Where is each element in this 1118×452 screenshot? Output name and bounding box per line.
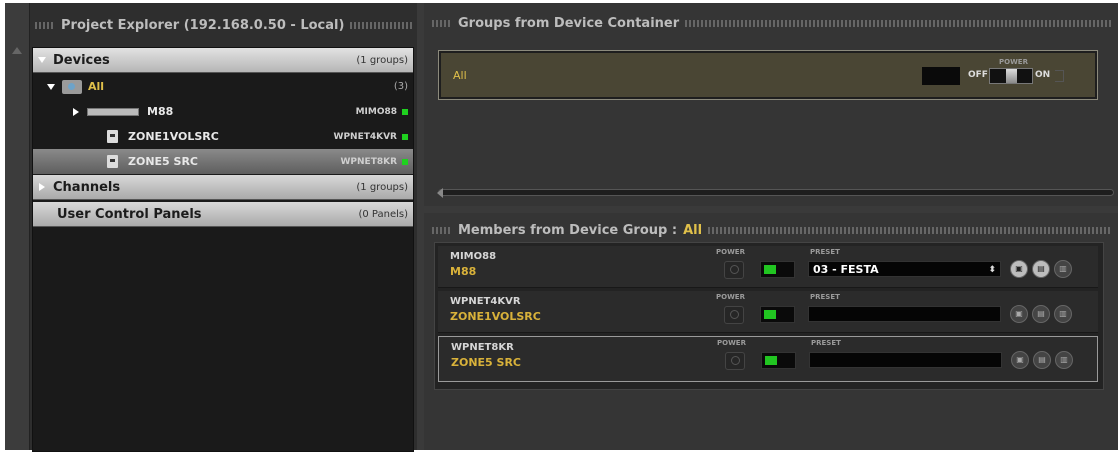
copy-preset-icon[interactable]: ▤	[1032, 260, 1050, 278]
status-led-icon	[402, 133, 408, 140]
groups-title: Groups from Device Container	[458, 15, 680, 31]
member-name: M88	[450, 265, 477, 278]
member-row[interactable]: MIMO88 M88 POWER PRESET 03 - FESTA ⬍ ▣ ▤ …	[438, 246, 1098, 288]
scroll-up-icon[interactable]	[12, 47, 22, 54]
wallpanel-device-icon	[107, 130, 118, 143]
device-item[interactable]: M88 MIMO88	[33, 99, 413, 124]
member-name: ZONE5 SRC	[451, 356, 521, 369]
user-control-panels-section[interactable]: User Control Panels (0 Panels)	[33, 202, 413, 227]
devices-section[interactable]: Devices (1 groups)	[33, 48, 413, 73]
members-group-name: All	[683, 222, 703, 238]
scroll-left-icon[interactable]	[437, 188, 443, 198]
project-explorer-header: Project Explorer (192.168.0.50 - Local)	[35, 11, 413, 39]
status-led-icon	[402, 108, 408, 115]
groups-panel: Groups from Device Container All POWER O…	[424, 3, 1118, 206]
save-preset-icon[interactable]: ▣	[1011, 351, 1029, 369]
members-panel: Members from Device Group : All MIMO88 M…	[424, 213, 1118, 450]
collapse-icon[interactable]	[39, 183, 45, 191]
power-label: POWER	[999, 58, 1028, 66]
device-name: M88	[147, 105, 174, 118]
device-item[interactable]: ZONE1VOLSRC WPNET4KVR	[33, 124, 413, 149]
channels-section[interactable]: Channels (1 groups)	[33, 175, 413, 200]
preset-label: PRESET	[810, 293, 840, 301]
save-preset-icon[interactable]: ▣	[1010, 260, 1028, 278]
save-preset-icon[interactable]: ▣	[1010, 305, 1028, 323]
power-button[interactable]	[725, 352, 745, 370]
devices-count: (1 groups)	[356, 54, 408, 66]
expand-icon[interactable]	[47, 83, 55, 90]
member-model: MIMO88	[450, 251, 497, 262]
power-toggle[interactable]	[989, 68, 1033, 84]
collapse-icon[interactable]	[73, 107, 79, 116]
group-name: All	[453, 69, 467, 82]
preset-label: PRESET	[810, 248, 840, 256]
group-all-count: (3)	[393, 81, 408, 92]
power-label: POWER	[716, 248, 745, 256]
toggle-knob[interactable]	[1006, 69, 1017, 83]
power-led	[760, 261, 795, 278]
device-model: WPNET4KVR	[333, 131, 397, 142]
group-value-box	[922, 67, 960, 85]
power-label: POWER	[716, 293, 745, 301]
wallpanel-device-icon	[107, 155, 118, 168]
select-arrows-icon[interactable]: ⬍	[988, 262, 996, 278]
preset-label: PRESET	[811, 339, 841, 347]
power-led	[761, 352, 796, 369]
horizontal-scrollbar[interactable]	[437, 188, 1114, 198]
preset-select[interactable]: 03 - FESTA ⬍	[808, 261, 1001, 277]
members-title: Members from Device Group :	[458, 222, 678, 238]
groups-header: Groups from Device Container	[432, 9, 1112, 37]
channels-label: Channels	[53, 179, 121, 195]
explorer-tree: Devices (1 groups) All (3) M88 MIMO88 ZO…	[32, 47, 414, 452]
group-row-all[interactable]: All POWER OFF ON	[438, 50, 1098, 100]
project-explorer-panel: Project Explorer (192.168.0.50 - Local) …	[5, 3, 417, 452]
device-item-selected[interactable]: ZONE5 SRC WPNET8KR	[33, 149, 413, 174]
member-model: WPNET4KVR	[450, 296, 521, 307]
on-label: ON	[1035, 70, 1051, 80]
member-row[interactable]: WPNET4KVR ZONE1VOLSRC POWER PRESET ▣ ▤ ▥	[438, 291, 1098, 333]
off-label: OFF	[968, 70, 988, 80]
copy-preset-icon[interactable]: ▤	[1032, 305, 1050, 323]
preset-select[interactable]	[809, 352, 1002, 368]
copy-preset-icon[interactable]: ▤	[1033, 351, 1051, 369]
folder-icon	[62, 79, 82, 94]
preset-select[interactable]	[808, 306, 1001, 322]
expand-icon[interactable]	[38, 57, 46, 63]
device-model: WPNET8KR	[340, 156, 397, 167]
ucp-count: (0 Panels)	[358, 208, 408, 220]
channels-count: (1 groups)	[356, 181, 408, 193]
delete-preset-icon[interactable]: ▥	[1054, 305, 1072, 323]
group-all-label: All	[88, 80, 105, 93]
power-button[interactable]	[724, 261, 744, 279]
bracket-icon	[1055, 70, 1064, 82]
member-model: WPNET8KR	[451, 342, 514, 353]
members-list: MIMO88 M88 POWER PRESET 03 - FESTA ⬍ ▣ ▤ …	[434, 242, 1104, 390]
delete-preset-icon[interactable]: ▥	[1055, 351, 1073, 369]
ucp-label: User Control Panels	[57, 206, 202, 222]
group-all[interactable]: All (3)	[33, 74, 413, 99]
member-row-selected[interactable]: WPNET8KR ZONE5 SRC POWER PRESET ▣ ▤ ▥	[438, 336, 1098, 382]
devices-label: Devices	[53, 52, 110, 68]
rack-device-icon	[87, 107, 139, 116]
member-name: ZONE1VOLSRC	[450, 310, 541, 323]
power-led	[760, 306, 795, 323]
delete-preset-icon[interactable]: ▥	[1054, 260, 1072, 278]
vertical-scrollbar[interactable]	[5, 3, 30, 450]
status-led-icon	[402, 158, 408, 165]
members-header: Members from Device Group : All	[432, 216, 1112, 244]
power-label: POWER	[717, 339, 746, 347]
device-name: ZONE5 SRC	[128, 155, 198, 168]
app-window: Project Explorer (192.168.0.50 - Local) …	[5, 3, 1118, 452]
device-model: MIMO88	[355, 106, 397, 117]
device-name: ZONE1VOLSRC	[128, 130, 219, 143]
power-button[interactable]	[724, 306, 744, 324]
project-explorer-title: Project Explorer (192.168.0.50 - Local)	[61, 17, 345, 33]
